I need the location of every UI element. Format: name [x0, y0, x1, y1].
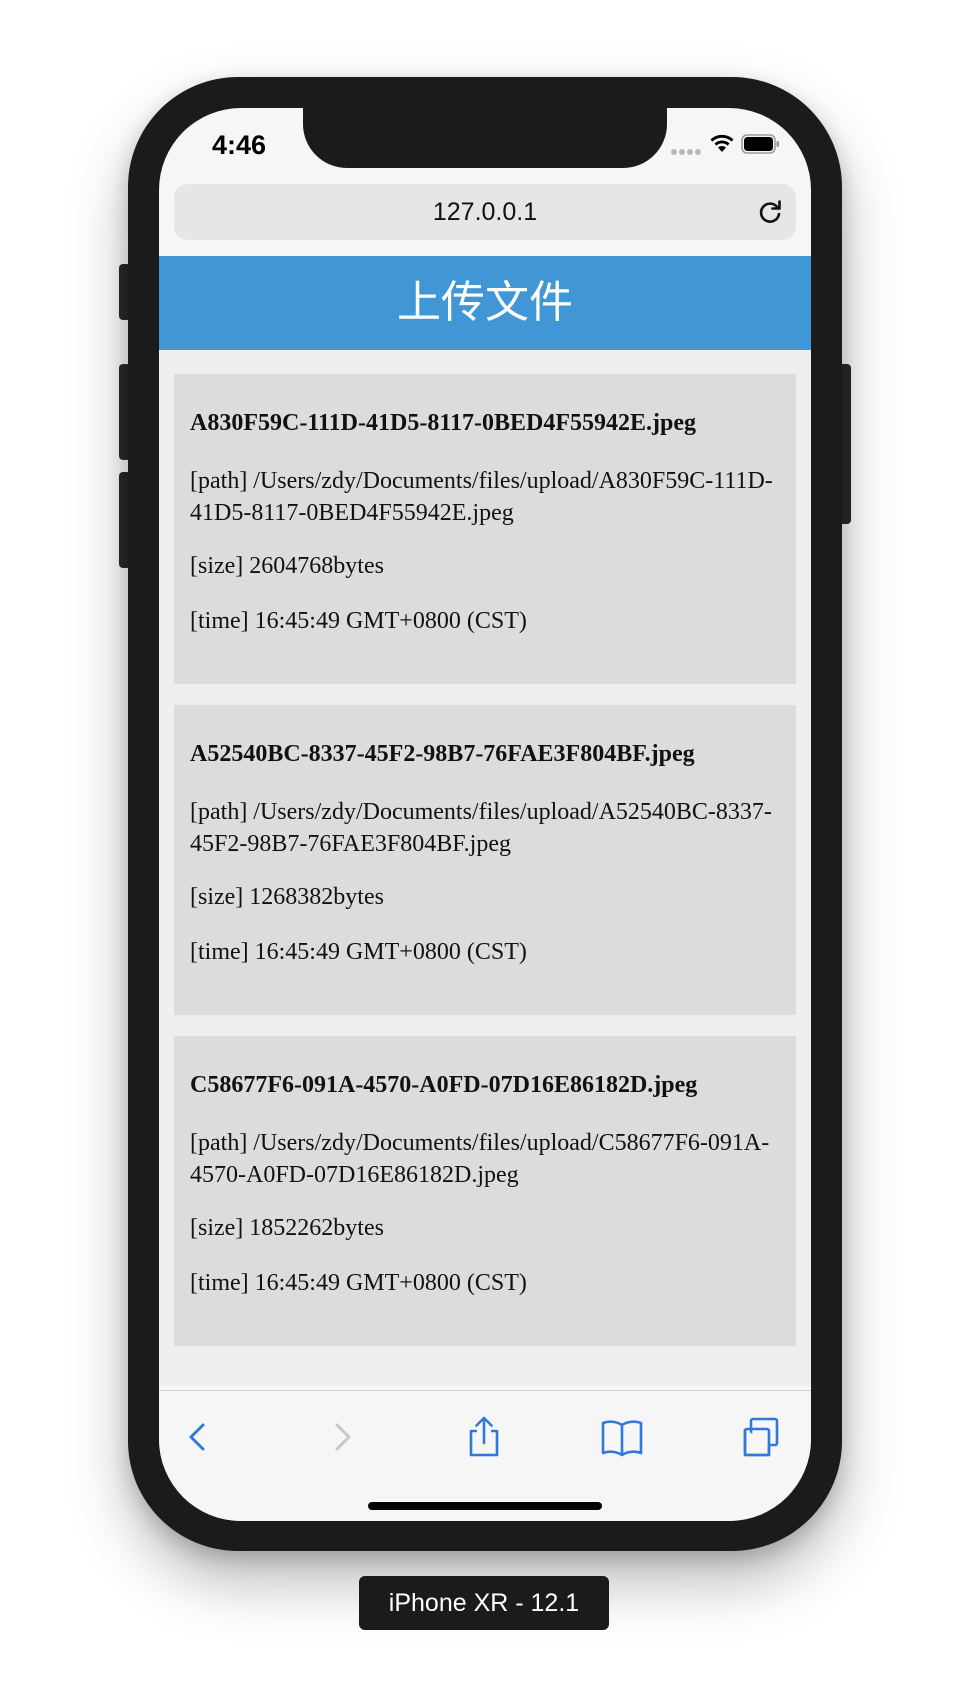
file-name: A52540BC-8337-45F2-98B7-76FAE3F804BF.jpe…: [190, 741, 695, 767]
forward-icon[interactable]: [317, 1413, 365, 1461]
address-bar[interactable]: 127.0.0.1: [174, 184, 796, 240]
file-card: A830F59C-111D-41D5-8117-0BED4F55942E.jpe…: [174, 374, 796, 684]
file-name: C58677F6-091A-4570-A0FD-07D16E86182D.jpe…: [190, 1072, 698, 1098]
file-path: [path] /Users/zdy/Documents/files/upload…: [190, 468, 773, 526]
back-icon[interactable]: [175, 1413, 223, 1461]
phone-screen: 4:46 127.0.0.1 上传文件 A830F59C-111D-41D5-8…: [159, 108, 811, 1521]
file-list: A830F59C-111D-41D5-8117-0BED4F55942E.jpe…: [174, 374, 796, 1367]
bookmarks-icon[interactable]: [598, 1413, 646, 1461]
notch: [303, 108, 667, 168]
tabs-icon[interactable]: [736, 1413, 784, 1461]
status-time: 4:46: [212, 130, 267, 160]
file-name: A830F59C-111D-41D5-8117-0BED4F55942E.jpe…: [190, 410, 696, 436]
file-time: [time] 16:45:49 GMT+0800 (CST): [190, 1270, 527, 1296]
file-size: [size] 1852262bytes: [190, 1215, 384, 1241]
device-label: iPhone XR - 12.1: [359, 1576, 609, 1630]
home-indicator[interactable]: [368, 1502, 602, 1510]
share-icon[interactable]: [460, 1413, 508, 1461]
file-path: [path] /Users/zdy/Documents/files/upload…: [190, 799, 772, 857]
reload-icon[interactable]: [756, 198, 784, 226]
status-indicators: [671, 132, 791, 156]
cellular-signal-icon: [671, 142, 703, 160]
file-path: [path] /Users/zdy/Documents/files/upload…: [190, 1130, 770, 1188]
url-text: 127.0.0.1: [432, 198, 538, 226]
file-size: [size] 1268382bytes: [190, 884, 384, 910]
file-card: C58677F6-091A-4570-A0FD-07D16E86182D.jpe…: [174, 1036, 796, 1346]
simulator-stage: 4:46 127.0.0.1 上传文件 A830F59C-111D-41D5-8…: [0, 0, 972, 1706]
file-card: A52540BC-8337-45F2-98B7-76FAE3F804BF.jpe…: [174, 705, 796, 1015]
wifi-icon: [710, 134, 734, 152]
file-time: [time] 16:45:49 GMT+0800 (CST): [190, 608, 527, 634]
file-size: [size] 2604768bytes: [190, 553, 384, 579]
page-title: 上传文件: [159, 256, 811, 350]
file-time: [time] 16:45:49 GMT+0800 (CST): [190, 939, 527, 965]
web-content: 上传文件 A830F59C-111D-41D5-8117-0BED4F55942…: [159, 256, 811, 1386]
battery-icon: [741, 134, 779, 154]
